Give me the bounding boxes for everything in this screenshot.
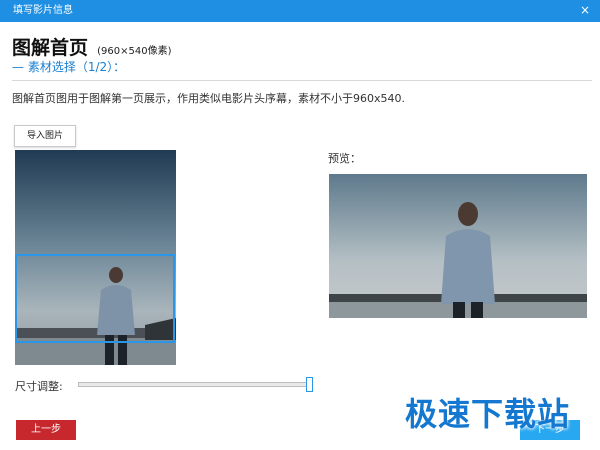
page-title: 图解首页: [12, 37, 89, 59]
size-hint: (960×540像素): [97, 46, 172, 57]
title-bar: 填写影片信息 ×: [0, 0, 600, 22]
size-slider-handle[interactable]: [306, 377, 313, 392]
preview-label: 预览：: [328, 152, 361, 165]
step-indicator: — 素材选择（1/2）：: [12, 60, 126, 74]
size-adjust-label: 尺寸调整:: [15, 380, 63, 393]
prev-step-button[interactable]: 上一步: [16, 420, 76, 440]
window-title: 填写影片信息: [13, 5, 73, 16]
page-heading: 图解首页 (960×540像素): [12, 33, 171, 60]
description-text: 图解首页图用于图解第一页展示，作用类似电影片头序幕，素材不小于960x540.: [12, 92, 405, 105]
size-slider-track[interactable]: [78, 382, 310, 387]
divider: [12, 80, 592, 81]
preview-image: [329, 174, 587, 318]
import-image-button[interactable]: 导入图片: [14, 125, 76, 147]
close-icon[interactable]: ×: [580, 3, 590, 17]
crop-selection-box[interactable]: [15, 254, 175, 343]
watermark-logo: 极速下载站: [405, 395, 571, 433]
